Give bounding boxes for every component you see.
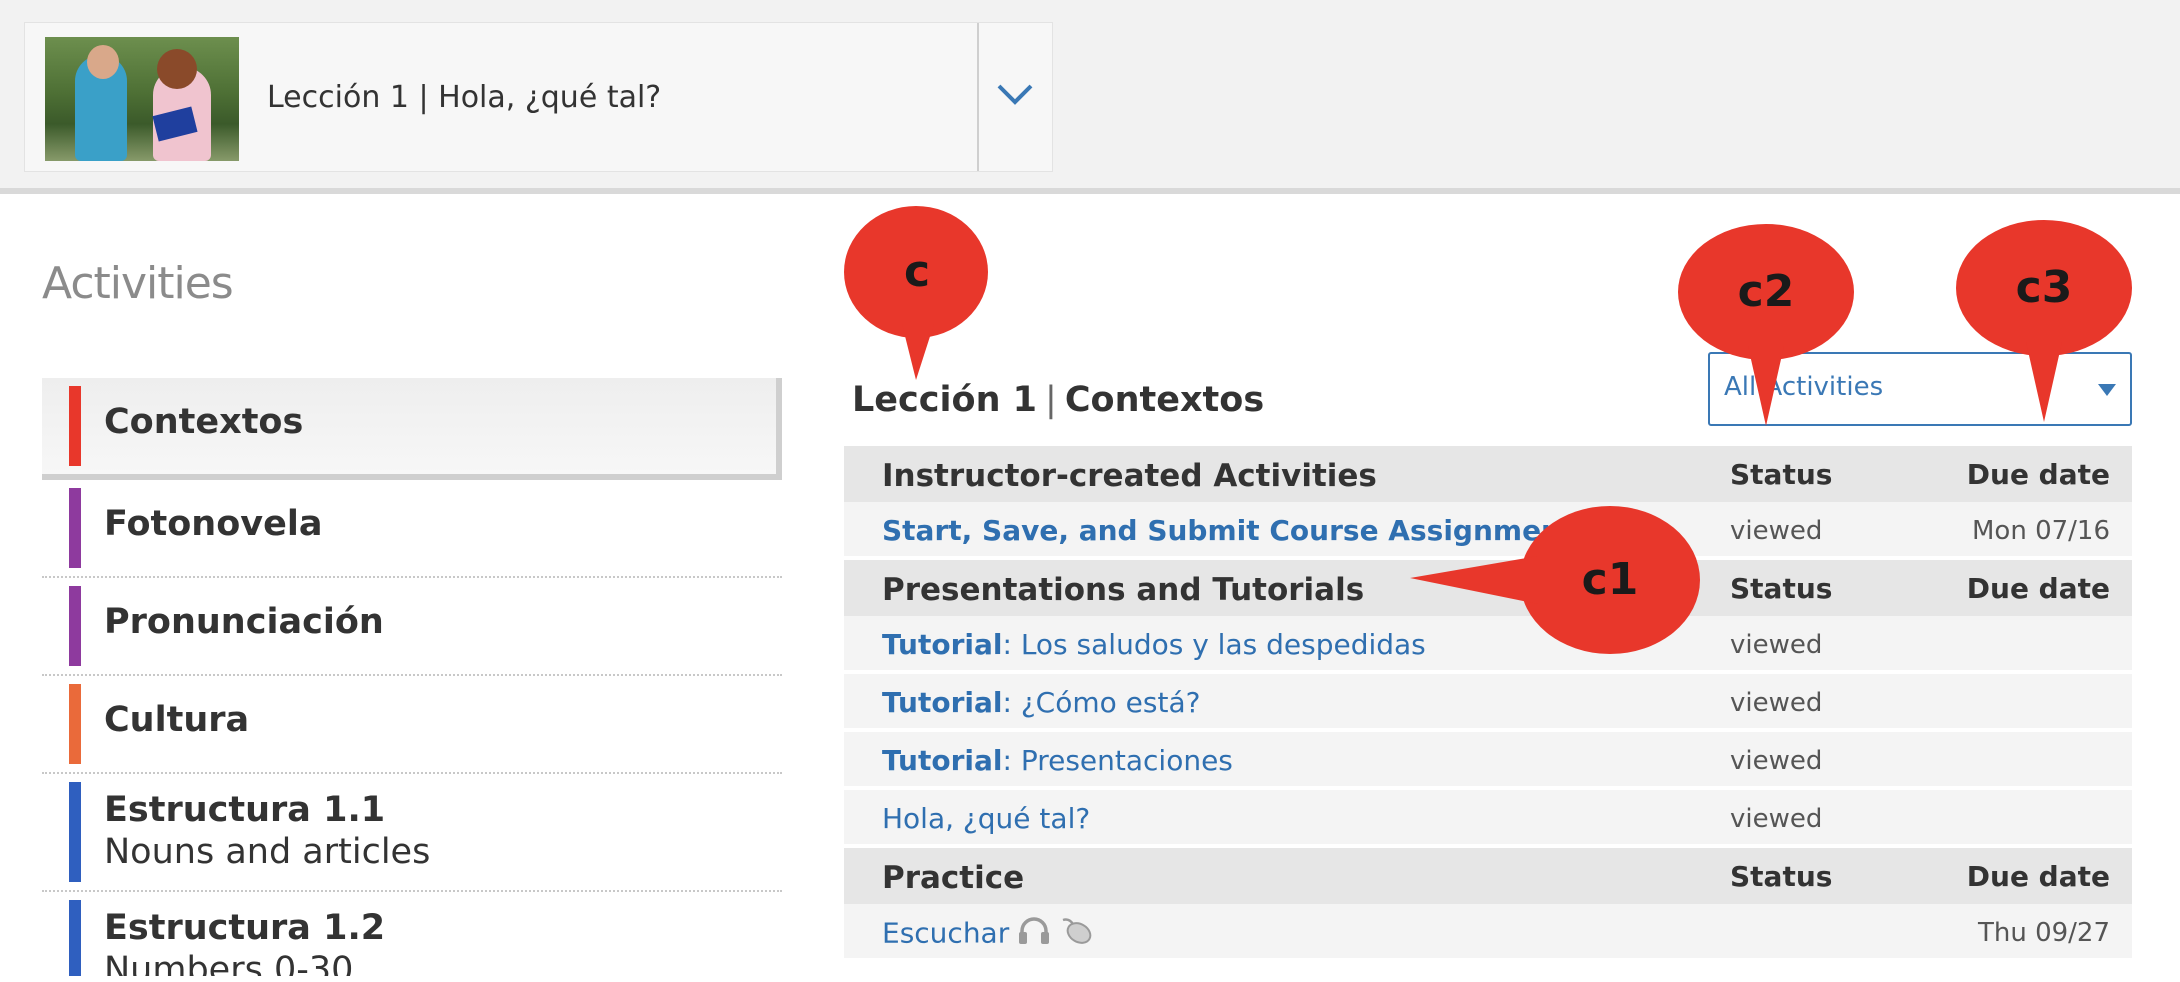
section-title-separator: | bbox=[1045, 380, 1057, 420]
lesson-thumbnail bbox=[45, 37, 239, 161]
group-title: Instructor-created Activities bbox=[882, 458, 1377, 494]
nav-color-bar bbox=[69, 782, 81, 882]
nav-item-pronunciacion[interactable]: Pronunciación bbox=[42, 578, 782, 676]
nav-item-estructura-1-1[interactable]: Estructura 1.1 Nouns and articles bbox=[42, 774, 782, 892]
lesson-dropdown-button[interactable] bbox=[977, 23, 1052, 171]
nav-color-bar bbox=[69, 684, 81, 764]
nav-item-label: Pronunciación bbox=[104, 602, 384, 642]
lesson-bar: Lección 1 | Hola, ¿qué tal? bbox=[0, 0, 2180, 194]
due-date-column-header: Due date bbox=[1966, 860, 2110, 893]
status-column-header: Status bbox=[1730, 458, 1833, 491]
mouse-icon bbox=[1059, 916, 1095, 953]
activity-status: viewed bbox=[1730, 804, 1823, 834]
lesson-selector[interactable]: Lección 1 | Hola, ¿qué tal? bbox=[24, 22, 1053, 172]
callout-c2: c2 bbox=[1676, 222, 1856, 428]
nav-color-bar bbox=[69, 900, 81, 976]
headphones-icon bbox=[1017, 916, 1051, 953]
group-header: Instructor-created Activities Status Due… bbox=[844, 446, 2132, 502]
nav-item-contextos[interactable]: Contextos bbox=[42, 378, 782, 480]
nav-color-bar bbox=[69, 386, 81, 466]
activity-due-date: Mon 07/16 bbox=[1971, 516, 2110, 546]
nav-item-fotonovela[interactable]: Fotonovela bbox=[42, 480, 782, 578]
activity-row: Tutorial: ¿Cómo está? viewed bbox=[844, 674, 2132, 732]
activity-due-date: Thu 09/27 bbox=[1977, 918, 2110, 948]
activity-status: viewed bbox=[1730, 630, 1823, 660]
nav-item-label: Fotonovela bbox=[104, 504, 323, 544]
activity-row: Hola, ¿qué tal? viewed bbox=[844, 790, 2132, 848]
nav-color-bar bbox=[69, 586, 81, 666]
activities-heading: Activities bbox=[42, 258, 234, 309]
nav-item-sublabel: Numbers 0-30 bbox=[104, 950, 354, 976]
lesson-title: Lección 1 | Hola, ¿qué tal? bbox=[267, 80, 662, 115]
activity-link[interactable]: Tutorial: Presentaciones bbox=[882, 744, 1233, 777]
callout-c: c bbox=[842, 204, 992, 384]
nav-item-estructura-1-2[interactable]: Estructura 1.2 Numbers 0-30 bbox=[42, 892, 782, 976]
activity-link[interactable]: Escuchar bbox=[882, 916, 1095, 953]
callout-c1: c1 bbox=[1408, 504, 1704, 660]
activity-status: viewed bbox=[1730, 688, 1823, 718]
nav-item-cultura[interactable]: Cultura bbox=[42, 676, 782, 774]
activity-link[interactable]: Tutorial: Los saludos y las despedidas bbox=[882, 628, 1426, 661]
activity-status: viewed bbox=[1730, 746, 1823, 776]
due-date-column-header: Due date bbox=[1966, 572, 2110, 605]
nav-item-label: Estructura 1.2 bbox=[104, 908, 386, 948]
section-title-name: Contextos bbox=[1064, 380, 1265, 420]
activity-status: viewed bbox=[1730, 516, 1823, 546]
nav-item-sublabel: Nouns and articles bbox=[104, 832, 431, 872]
activity-row: Escuchar Thu 09/27 bbox=[844, 904, 2132, 962]
activity-link[interactable]: Tutorial: ¿Cómo está? bbox=[882, 686, 1200, 719]
activities-nav: Contextos Fotonovela Pronunciación Cultu… bbox=[42, 378, 782, 976]
activity-row: Tutorial: Presentaciones viewed bbox=[844, 732, 2132, 790]
nav-item-label: Estructura 1.1 bbox=[104, 790, 386, 830]
section-title-lesson: Lección 1 bbox=[852, 380, 1038, 420]
nav-item-label: Cultura bbox=[104, 700, 250, 740]
nav-item-label: Contextos bbox=[104, 402, 304, 442]
callout-c3: c3 bbox=[1954, 218, 2134, 424]
group-title: Practice bbox=[882, 860, 1025, 896]
group-header: Practice Status Due date bbox=[844, 848, 2132, 904]
status-column-header: Status bbox=[1730, 572, 1833, 605]
status-column-header: Status bbox=[1730, 860, 1833, 893]
due-date-column-header: Due date bbox=[1966, 458, 2110, 491]
section-title: Lección 1 | Contextos bbox=[852, 380, 1264, 420]
activity-link[interactable]: Hola, ¿qué tal? bbox=[882, 802, 1090, 835]
group-title: Presentations and Tutorials bbox=[882, 572, 1365, 608]
nav-color-bar bbox=[69, 488, 81, 568]
